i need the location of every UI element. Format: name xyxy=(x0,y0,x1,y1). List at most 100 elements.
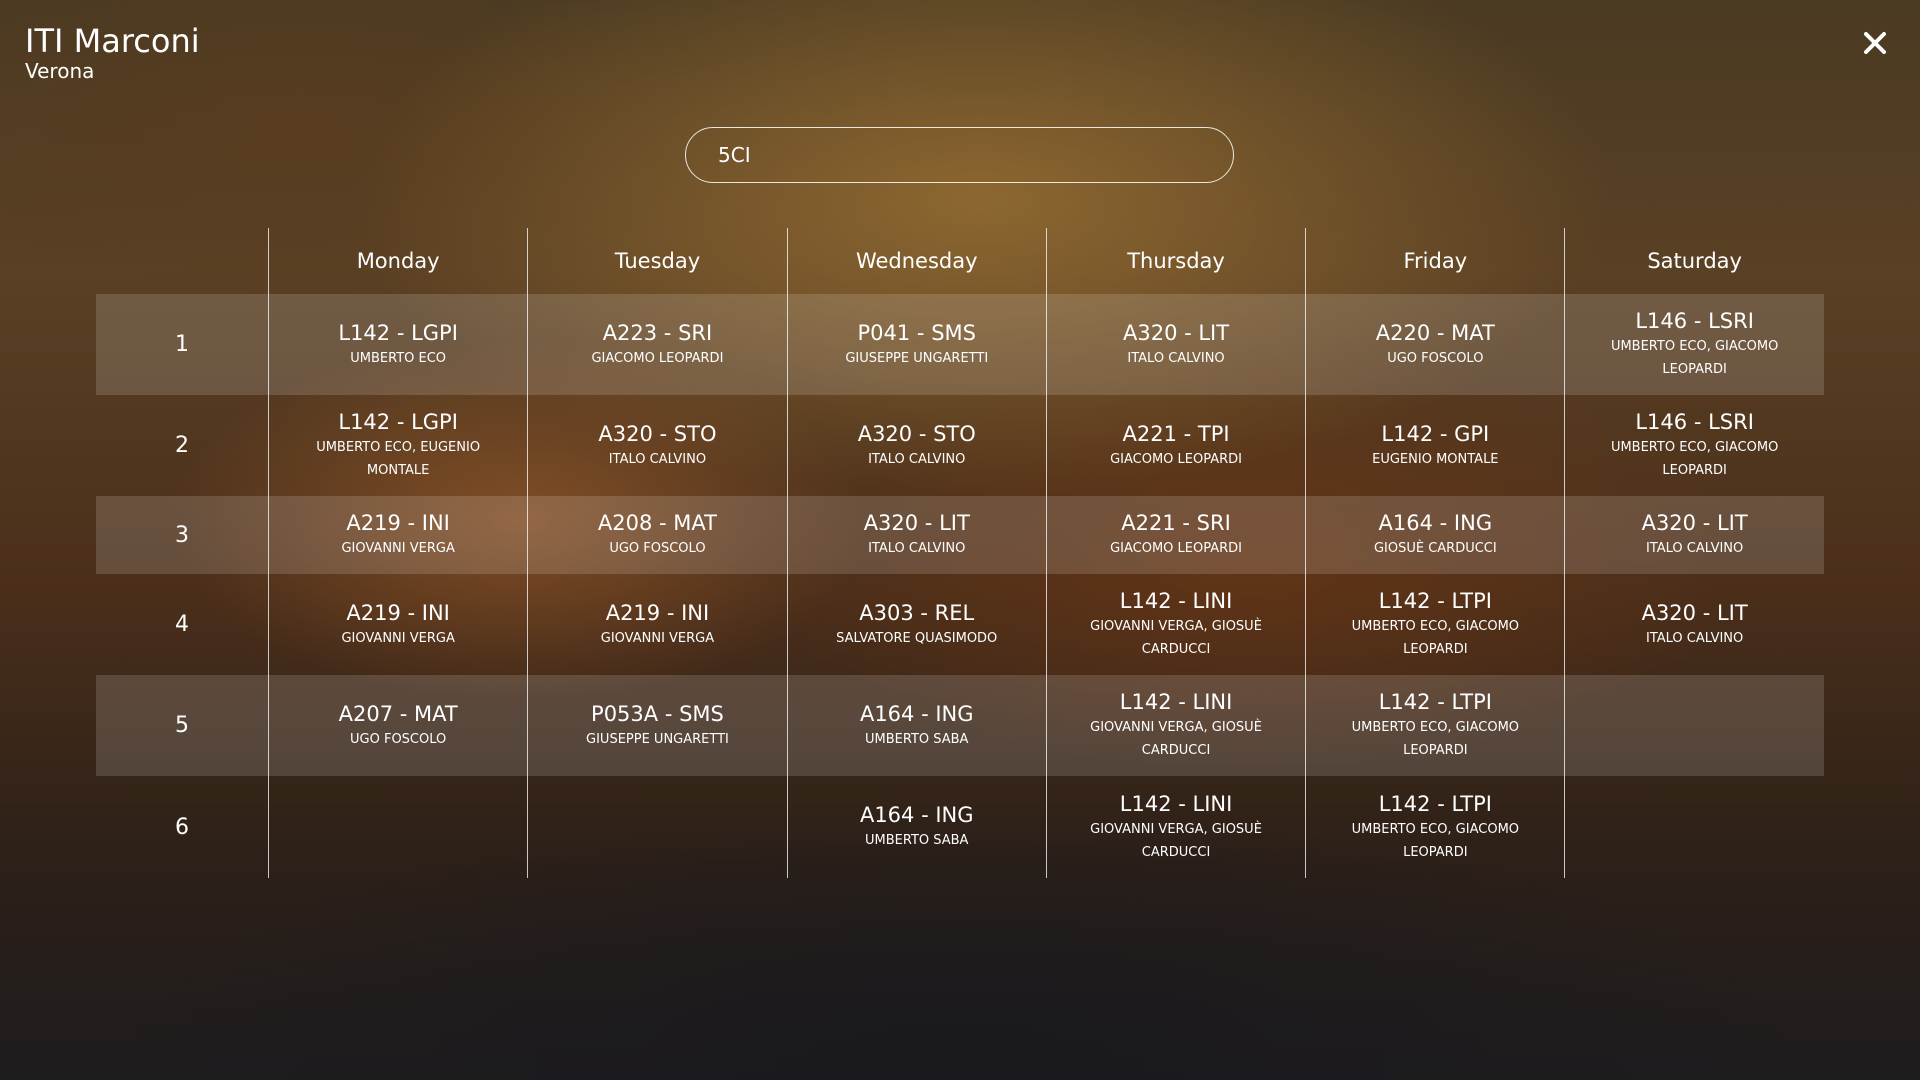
day-header-friday: Friday xyxy=(1305,228,1564,294)
lesson-cell[interactable]: A320 - LIT ITALO CALVINO xyxy=(1564,496,1823,574)
lesson-cell[interactable]: A320 - STO ITALO CALVINO xyxy=(786,395,1046,496)
lesson-cell[interactable]: L142 - LGPI UMBERTO ECO, EUGENIO MONTALE xyxy=(268,395,527,496)
lesson-cell[interactable]: A164 - ING UMBERTO SABA xyxy=(786,776,1046,878)
period-row-5: 5 A207 - MAT UGO FOSCOLO P053A - SMS GIUSE… xyxy=(96,675,1824,776)
lesson-teacher: GIOVANNI VERGA, GIOSUÈ CARDUCCI xyxy=(1090,619,1262,657)
lesson-cell[interactable]: A208 - MAT UGO FOSCOLO xyxy=(527,496,786,574)
search-input[interactable] xyxy=(686,128,1233,182)
lesson-room-subject: L142 - LGPI xyxy=(338,410,458,434)
day-header-tuesday: Tuesday xyxy=(527,228,786,294)
day-label: Thursday xyxy=(1127,249,1225,273)
lesson-cell[interactable]: L142 - LINI GIOVANNI VERGA, GIOSUÈ CARDUC… xyxy=(1045,574,1305,675)
lesson-cell[interactable]: A219 - INI GIOVANNI VERGA xyxy=(527,574,786,675)
lesson-room-subject: A320 - LIT xyxy=(1641,511,1748,535)
lesson-teacher: GIOVANNI VERGA xyxy=(341,541,455,556)
lesson-cell[interactable]: A320 - LIT ITALO CALVINO xyxy=(1564,574,1823,675)
lesson-room-subject: A223 - SRI xyxy=(602,320,713,345)
lesson-cell[interactable]: L146 - LSRI UMBERTO ECO, GIACOMO LEOPARDI xyxy=(1564,294,1823,395)
lesson-teacher: UGO FOSCOLO xyxy=(1387,350,1484,366)
day-header-monday: Monday xyxy=(268,228,527,294)
period-header-cell xyxy=(96,228,268,294)
day-header-wednesday: Wednesday xyxy=(786,228,1046,294)
lesson-room-subject: P053A - SMS xyxy=(591,701,724,726)
lesson-cell[interactable]: L142 - LTPI UMBERTO ECO, GIACOMO LEOPARDI xyxy=(1305,574,1564,675)
lesson-teacher: UMBERTO ECO, EUGENIO MONTALE xyxy=(316,440,481,478)
lesson-cell[interactable]: A320 - LIT ITALO CALVINO xyxy=(786,496,1046,574)
lesson-room-subject: A221 - TPI xyxy=(1122,421,1230,446)
school-name: ITI Marconi xyxy=(25,22,200,60)
lesson-teacher: UMBERTO ECO, GIACOMO LEOPARDI xyxy=(1351,720,1520,758)
lesson-room-subject: L142 - LTPI xyxy=(1378,791,1492,816)
lesson-cell[interactable]: A303 - REL SALVATORE QUASIMODO xyxy=(786,574,1046,675)
lesson-teacher: GIOVANNI VERGA xyxy=(600,630,715,646)
lesson-cell[interactable]: A223 - SRI GIACOMO LEOPARDI xyxy=(527,294,786,395)
lesson-cell-empty[interactable] xyxy=(1564,675,1823,776)
period-row-2: 2 L142 - LGPI UMBERTO ECO, EUGENIO MONTAL… xyxy=(96,395,1824,496)
period-number-cell: 4 xyxy=(96,574,268,675)
lesson-teacher: ITALO CALVINO xyxy=(1127,350,1225,366)
lesson-cell[interactable]: A320 - STO ITALO CALVINO xyxy=(527,395,786,496)
period-number-cell: 6 xyxy=(96,776,268,878)
period-row-6: 6 A164 - ING UMBERTO SABA L142 - LINI GIOV… xyxy=(96,776,1824,878)
lesson-teacher: GIUSEPPE UNGARETTI xyxy=(845,350,989,366)
lesson-cell[interactable]: A164 - ING UMBERTO SABA xyxy=(786,675,1046,776)
lesson-cell[interactable]: L142 - LTPI UMBERTO ECO, GIACOMO LEOPARDI xyxy=(1305,776,1564,878)
lesson-cell[interactable]: A207 - MAT UGO FOSCOLO xyxy=(268,675,527,776)
lesson-teacher: GIACOMO LEOPARDI xyxy=(591,350,724,366)
lesson-room-subject: L142 - LTPI xyxy=(1378,690,1492,714)
lesson-cell-empty[interactable] xyxy=(1564,776,1823,878)
lesson-cell[interactable]: L142 - GPI EUGENIO MONTALE xyxy=(1305,395,1564,496)
lesson-room-subject: L146 - LSRI xyxy=(1635,410,1754,434)
period-number-cell: 2 xyxy=(96,395,268,496)
lesson-room-subject: L142 - GPI xyxy=(1381,421,1490,446)
lesson-cell[interactable]: L142 - LTPI UMBERTO ECO, GIACOMO LEOPARDI xyxy=(1305,675,1564,776)
lesson-room-subject: A220 - MAT xyxy=(1375,320,1495,345)
lesson-cell[interactable]: A320 - LIT ITALO CALVINO xyxy=(1045,294,1305,395)
lesson-room-subject: A219 - INI xyxy=(346,511,450,535)
lesson-cell[interactable]: A164 - ING GIOSUÈ CARDUCCI xyxy=(1305,496,1564,574)
lesson-room-subject: A208 - MAT xyxy=(597,511,717,535)
lesson-cell[interactable]: A221 - SRI GIACOMO LEOPARDI xyxy=(1045,496,1305,574)
day-label: Saturday xyxy=(1647,249,1742,273)
lesson-cell[interactable]: A220 - MAT UGO FOSCOLO xyxy=(1305,294,1564,395)
lesson-room-subject: P041 - SMS xyxy=(857,320,976,345)
day-header-saturday: Saturday xyxy=(1564,228,1823,294)
period-number: 5 xyxy=(175,713,189,738)
lesson-cell[interactable]: A219 - INI GIOVANNI VERGA xyxy=(268,496,527,574)
lesson-room-subject: A303 - REL xyxy=(859,600,975,625)
lesson-room-subject: L142 - LINI xyxy=(1119,690,1233,714)
lesson-teacher: ITALO CALVINO xyxy=(1645,630,1744,646)
lesson-cell[interactable]: P053A - SMS GIUSEPPE UNGARETTI xyxy=(527,675,786,776)
lesson-teacher: ITALO CALVINO xyxy=(608,451,707,467)
period-number: 4 xyxy=(175,612,189,637)
lesson-room-subject: A320 - STO xyxy=(857,421,976,446)
lesson-teacher: GIOSUÈ CARDUCCI xyxy=(1373,541,1497,556)
lesson-cell-empty[interactable] xyxy=(268,776,527,878)
lesson-cell[interactable]: L142 - LINI GIOVANNI VERGA, GIOSUÈ CARDUC… xyxy=(1045,776,1305,878)
lesson-cell[interactable]: L146 - LSRI UMBERTO ECO, GIACOMO LEOPARDI xyxy=(1564,395,1823,496)
lesson-teacher: UMBERTO ECO, GIACOMO LEOPARDI xyxy=(1610,339,1779,377)
lesson-cell[interactable]: A221 - TPI GIACOMO LEOPARDI xyxy=(1045,395,1305,496)
lesson-teacher: ITALO CALVINO xyxy=(868,541,966,556)
lesson-teacher: UMBERTO ECO, GIACOMO LEOPARDI xyxy=(1610,440,1779,478)
lesson-room-subject: L142 - LTPI xyxy=(1378,589,1492,613)
period-number-cell: 3 xyxy=(96,496,268,574)
lesson-cell[interactable]: P041 - SMS GIUSEPPE UNGARETTI xyxy=(786,294,1046,395)
lesson-cell-empty[interactable] xyxy=(527,776,786,878)
day-label: Friday xyxy=(1403,249,1468,273)
lesson-teacher: UMBERTO ECO, GIACOMO LEOPARDI xyxy=(1351,619,1520,657)
lesson-cell[interactable]: L142 - LGPI UMBERTO ECO xyxy=(268,294,527,395)
period-row-3: 3 A219 - INI GIOVANNI VERGA A208 - MAT UGO… xyxy=(96,496,1824,574)
lesson-room-subject: A207 - MAT xyxy=(338,701,458,726)
lesson-room-subject: L142 - LINI xyxy=(1119,791,1233,816)
period-number: 1 xyxy=(175,332,189,357)
lesson-cell[interactable]: A219 - INI GIOVANNI VERGA xyxy=(268,574,527,675)
school-header: ITI Marconi Verona xyxy=(25,22,200,82)
school-city: Verona xyxy=(25,59,95,83)
close-button[interactable] xyxy=(1858,26,1892,60)
lesson-room-subject: L142 - LINI xyxy=(1119,589,1233,613)
lesson-teacher: UGO FOSCOLO xyxy=(350,731,447,747)
lesson-cell[interactable]: L142 - LINI GIOVANNI VERGA, GIOSUÈ CARDUC… xyxy=(1045,675,1305,776)
lesson-room-subject: A320 - STO xyxy=(598,421,717,446)
lesson-teacher: UMBERTO ECO, GIACOMO LEOPARDI xyxy=(1351,821,1520,860)
